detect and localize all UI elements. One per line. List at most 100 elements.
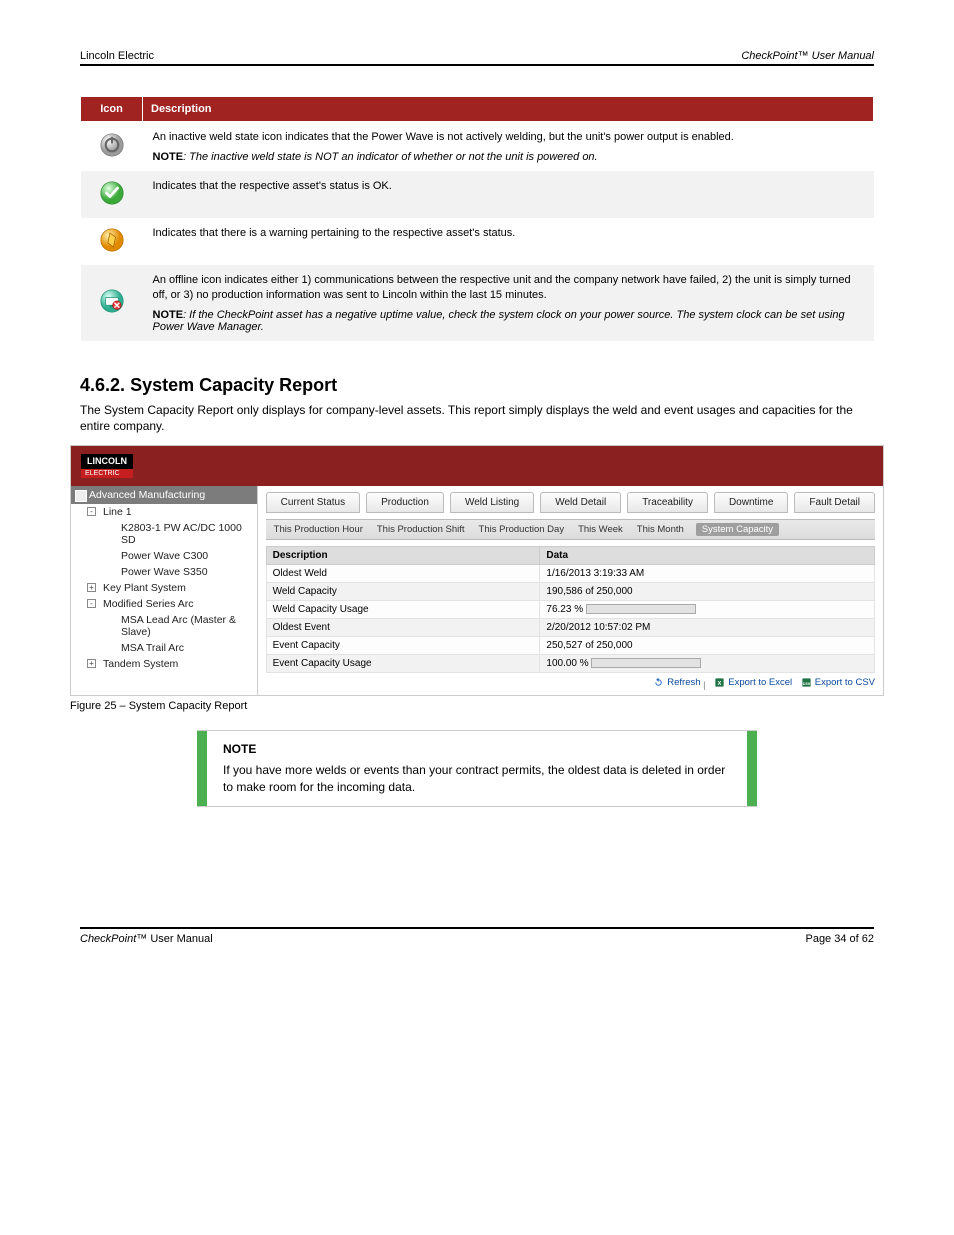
tab-fault-detail[interactable]: Fault Detail [794,492,875,513]
power-idle-icon [81,122,143,171]
tree-toggle[interactable]: - [87,507,96,516]
subtab-this-month[interactable]: This Month [635,523,686,536]
report-tabs: Current Status Production Weld Listing Weld… [266,492,875,513]
grid-cell-data: 2/20/2012 10:57:02 PM [540,619,875,637]
tree-item-label: MSA Lead Arc (Master & Slave) [121,614,236,638]
ok-icon [81,171,143,218]
icon-table-row: Indicates that there is a warning pertai… [81,218,874,265]
icon-description: Indicates that the respective asset's st… [143,171,874,218]
grid-cell-data: 190,586 of 250,000 [540,583,875,601]
note-body: If you have more welds or events than yo… [223,763,725,794]
svg-text:csv: csv [802,681,810,686]
note-title: NOTE [223,741,731,758]
section-paragraph: The System Capacity Report only displays… [80,402,874,436]
page-header: Lincoln Electric CheckPoint™ User Manual [80,50,874,66]
icon-description: Indicates that there is a warning pertai… [143,218,874,265]
icon-table-row: An offline icon indicates either 1) comm… [81,265,874,341]
tab-production[interactable]: Production [366,492,444,513]
grid-cell-data: 1/16/2013 3:19:33 AM [540,565,875,583]
icon-table-row: An inactive weld state icon indicates th… [81,122,874,171]
grid-row: Oldest Weld1/16/2013 3:19:33 AM [266,565,874,583]
note-accent-right [747,731,757,805]
grid-cell-data: 76.23 % [540,601,875,619]
page-footer: CheckPoint™ User Manual Page 34 of 62 [80,927,874,945]
note-accent-left [197,731,207,805]
tree-item-label: Power Wave S350 [121,566,208,578]
tree-item-label: K2803-1 PW AC/DC 1000 SD [121,522,242,546]
warning-icon [81,218,143,265]
export-csv-link[interactable]: csv Export to CSV [801,677,875,688]
tree-item-label: Line 1 [103,506,132,518]
icon-table-row: Indicates that the respective asset's st… [81,171,874,218]
brand-logo: LINCOLN [81,454,133,469]
app-topbar: LINCOLN ELECTRIC [71,446,883,486]
grid-cell-description: Weld Capacity Usage [266,601,540,619]
tab-traceability[interactable]: Traceability [627,492,708,513]
tree-item-label: MSA Trail Arc [121,642,184,654]
tree-item-label: Power Wave C300 [121,550,208,562]
grid-cell-description: Oldest Event [266,619,540,637]
tab-weld-listing[interactable]: Weld Listing [450,492,534,513]
icon-description: An offline icon indicates either 1) comm… [143,265,874,341]
asset-tree[interactable]: Advanced Manufacturing -Line 1K2803-1 PW… [71,486,258,695]
icon-description-table: Icon Description An inactive weld state … [80,96,874,341]
grid-row: Weld Capacity190,586 of 250,000 [266,583,874,601]
tree-root[interactable]: Advanced Manufacturing [71,486,257,504]
report-subtabs: This Production Hour This Production Shif… [266,519,875,540]
footer-page-number: Page 34 of 62 [805,933,874,945]
brand-logo-sub: ELECTRIC [81,469,133,478]
capacity-grid: Description Data Oldest Weld1/16/2013 3:… [266,546,875,673]
tree-item[interactable]: +Key Plant System [89,580,257,596]
tree-toggle[interactable]: + [87,659,96,668]
refresh-link[interactable]: Refresh [653,677,700,688]
export-excel-link[interactable]: X Export to Excel [714,677,792,688]
icon-col-header: Icon [81,97,143,122]
subtab-this-production-shift[interactable]: This Production Shift [375,523,467,536]
grid-actions: Refresh | X Export to Excel csv Export t… [266,677,875,691]
grid-header-description: Description [266,547,540,565]
tree-item[interactable]: Power Wave S350 [107,564,257,580]
tab-weld-detail[interactable]: Weld Detail [540,492,621,513]
tree-item[interactable]: K2803-1 PW AC/DC 1000 SD [107,520,257,548]
header-rule [80,64,874,66]
subtab-system-capacity[interactable]: System Capacity [696,523,779,536]
note-box: NOTE If you have more welds or events th… [197,730,757,806]
figure-caption: Figure 25 – System Capacity Report [70,700,884,712]
header-company: Lincoln Electric [80,50,154,62]
subtab-this-week[interactable]: This Week [576,523,625,536]
tree-item-label: Modified Series Arc [103,598,193,610]
svg-text:X: X [718,681,722,687]
grid-cell-description: Weld Capacity [266,583,540,601]
tab-current-status[interactable]: Current Status [266,492,360,513]
icon-description: An inactive weld state icon indicates th… [143,122,874,171]
subtab-this-production-day[interactable]: This Production Day [477,523,567,536]
tree-item[interactable]: -Line 1 [89,504,257,520]
tree-item[interactable]: Power Wave C300 [107,548,257,564]
grid-cell-data: 100.00 % [540,655,875,673]
tree-item[interactable]: MSA Lead Arc (Master & Slave) [107,612,257,640]
tree-item[interactable]: -Modified Series Arc [89,596,257,612]
tree-item[interactable]: + Tandem System [89,656,257,672]
grid-row: Event Capacity Usage100.00 % [266,655,874,673]
tree-item-label: Tandem System [103,658,178,670]
system-capacity-screenshot: LINCOLN ELECTRIC Advanced Manufacturing … [70,445,884,712]
csv-icon: csv [801,677,812,688]
footer-doc-title: CheckPoint™ User Manual [80,933,213,945]
tab-downtime[interactable]: Downtime [714,492,788,513]
grid-row: Event Capacity250,527 of 250,000 [266,637,874,655]
tree-toggle[interactable]: + [87,583,96,592]
excel-icon: X [714,677,725,688]
grid-row: Oldest Event2/20/2012 10:57:02 PM [266,619,874,637]
grid-header-data: Data [540,547,875,565]
tree-toggle[interactable]: - [87,599,96,608]
refresh-icon [653,677,664,688]
grid-row: Weld Capacity Usage76.23 % [266,601,874,619]
offline-icon [81,265,143,341]
tree-item[interactable]: MSA Trail Arc [107,640,257,656]
header-doc-title: CheckPoint™ User Manual [741,50,874,62]
desc-col-header: Description [143,97,874,122]
section-heading: 4.6.2. System Capacity Report [80,375,874,396]
subtab-this-production-hour[interactable]: This Production Hour [272,523,365,536]
grid-cell-data: 250,527 of 250,000 [540,637,875,655]
grid-cell-description: Oldest Weld [266,565,540,583]
